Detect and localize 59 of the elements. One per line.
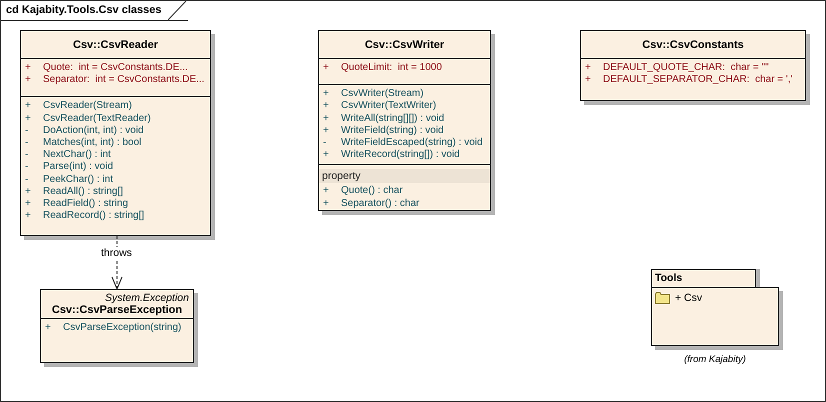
class-name: Csv::CsvReader: [73, 38, 158, 50]
package-item: + Csv: [675, 292, 702, 304]
attribute: Quote: int = CsvConstants.DE...: [43, 62, 188, 74]
operation: CsvParseException(string): [63, 322, 182, 334]
folder-icon: [655, 292, 670, 304]
visibility-marker: +: [323, 62, 330, 74]
frame-title: cd Kajabity.Tools.Csv classes: [1, 1, 188, 21]
operation: WriteFieldEscaped(string) : void: [341, 137, 483, 150]
operation: ReadAll() : string[]: [43, 186, 124, 198]
operation: WriteField(string) : void: [341, 124, 444, 138]
operation: PeekChar() : int: [43, 174, 114, 186]
visibility-marker: +: [25, 198, 32, 210]
visibility-marker: +: [323, 185, 330, 198]
operation: DoAction(int, int) : void: [43, 124, 144, 138]
operation: CsvReader(Stream): [43, 100, 132, 113]
attribute: DEFAULT_SEPARATOR_CHAR: char = ',': [603, 74, 793, 86]
visibility-marker: -: [25, 174, 30, 186]
class-name: Csv::CsvConstants: [642, 38, 744, 50]
visibility-marker: +: [585, 62, 592, 74]
visibility-marker: +: [323, 124, 330, 138]
operation: Matches(int, int) : bool: [43, 137, 142, 150]
visibility-marker: +: [25, 62, 32, 74]
class-name: Csv::CsvParseException: [52, 304, 182, 316]
visibility-marker: +: [323, 88, 330, 100]
visibility-marker: +: [25, 74, 32, 86]
dependency-label: throws: [101, 247, 132, 259]
visibility-marker: -: [25, 161, 30, 174]
operation: ReadField() : string: [43, 198, 128, 210]
attribute: Separator: int = CsvConstants.DE...: [43, 74, 204, 86]
operation: WriteAll(string[][]) : void: [341, 112, 444, 125]
visibility-marker: +: [323, 149, 330, 162]
operation: ReadRecord() : string[]: [43, 210, 144, 222]
operation: WriteRecord(string[]) : void: [341, 149, 460, 162]
operation: Separator() : char: [341, 198, 420, 210]
operation: CsvWriter(TextWriter): [341, 100, 436, 113]
visibility-marker: +: [323, 112, 330, 125]
visibility-marker: -: [25, 149, 30, 162]
section-label: property: [319, 169, 490, 184]
visibility-marker: -: [323, 137, 328, 150]
package-origin: (from Kajabity): [683, 354, 747, 365]
operation: Parse(int) : void: [43, 161, 114, 174]
visibility-marker: +: [25, 112, 32, 125]
visibility-marker: -: [25, 137, 30, 150]
visibility-marker: +: [323, 100, 330, 113]
attribute: QuoteLimit: int = 1000: [341, 62, 442, 74]
class-stereotype: System.Exception: [104, 292, 189, 304]
class-name: Csv::CsvWriter: [364, 38, 444, 50]
operation: CsvWriter(Stream): [341, 88, 424, 100]
operation: CsvReader(TextReader): [43, 112, 151, 125]
operation: NextChar() : int: [43, 149, 111, 162]
visibility-marker: +: [585, 74, 592, 86]
visibility-marker: +: [25, 100, 32, 113]
visibility-marker: -: [25, 124, 30, 138]
visibility-marker: +: [323, 198, 330, 210]
visibility-marker: +: [25, 210, 32, 222]
attribute: DEFAULT_QUOTE_CHAR: char = '"': [603, 62, 769, 74]
visibility-marker: +: [25, 186, 32, 198]
visibility-marker: +: [45, 322, 52, 334]
operation: Quote() : char: [341, 185, 403, 198]
